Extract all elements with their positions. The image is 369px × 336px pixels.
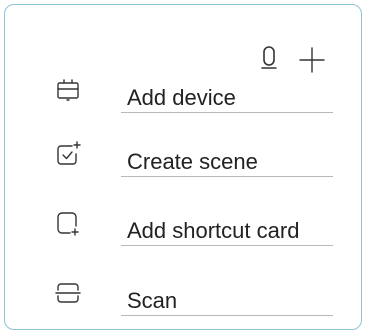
scan-label: Scan [127,288,178,313]
shortcut-card-icon [55,210,81,236]
create-scene-label: Create scene [127,149,258,174]
scene-check-icon [55,141,81,167]
scan-item[interactable]: Scan [55,276,335,316]
scan-icon [55,280,81,306]
create-scene-item[interactable]: Create scene [55,137,335,177]
add-device-item[interactable]: Add device [55,73,335,113]
add-device-divider [121,112,333,113]
device-icon [55,77,81,103]
add-shortcut-card-label: Add shortcut card [127,218,300,243]
add-shortcut-card-divider [121,245,333,246]
add-menu-popup: Add device Create scene Add shortcut car… [4,4,362,330]
add-shortcut-card-item[interactable]: Add shortcut card [55,206,335,246]
scan-divider [121,315,333,316]
add-device-label: Add device [127,85,236,110]
create-scene-divider [121,176,333,177]
